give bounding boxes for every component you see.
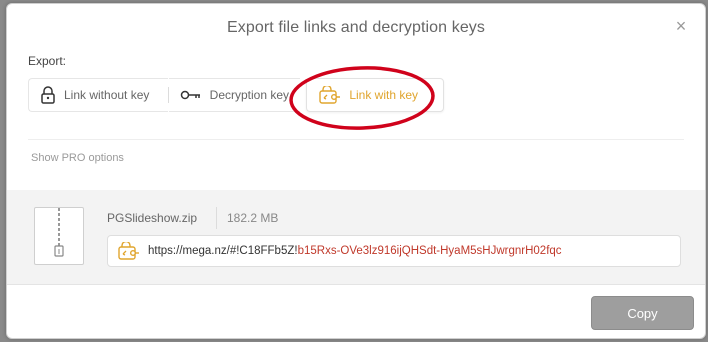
tab-link-with-key[interactable]: Link with key bbox=[306, 78, 444, 112]
export-label: Export: bbox=[28, 54, 67, 68]
divider bbox=[28, 139, 684, 140]
dialog-title: Export file links and decryption keys bbox=[226, 19, 486, 36]
key-icon bbox=[180, 89, 202, 101]
link-decryption-key: b15Rxs-OVe3lz916ijQHSdt-HyaM5sHJwrgnrH02… bbox=[297, 245, 562, 257]
export-link-field[interactable]: https://mega.nz/#!C18FFb5Z!b15Rxs-OVe3lz… bbox=[107, 235, 681, 267]
file-name: PGSlideshow.zip bbox=[107, 211, 198, 225]
export-links-dialog: Export file links and decryption keys × … bbox=[6, 3, 706, 339]
file-size: 182.2 MB bbox=[227, 211, 279, 225]
close-icon[interactable]: × bbox=[671, 16, 691, 36]
copy-button[interactable]: Copy bbox=[591, 296, 694, 330]
lock-icon bbox=[40, 86, 56, 104]
tab-label: Link with key bbox=[349, 88, 419, 102]
tab-label: Decryption key bbox=[209, 88, 290, 102]
export-type-tabs: Link without key Decryption key Link wit… bbox=[28, 77, 444, 113]
file-meta-divider bbox=[216, 207, 217, 229]
show-pro-options-link[interactable]: Show PRO options bbox=[31, 152, 124, 164]
link-key-icon bbox=[319, 86, 341, 104]
tab-link-without-key[interactable]: Link without key bbox=[28, 78, 168, 112]
zip-file-icon bbox=[34, 207, 84, 265]
link-key-icon bbox=[118, 242, 140, 260]
tab-label: Link without key bbox=[64, 88, 150, 102]
link-base: https://mega.nz/#!C18FFb5Z! bbox=[148, 245, 298, 257]
tab-decryption-key[interactable]: Decryption key bbox=[168, 78, 301, 112]
file-row: PGSlideshow.zip 182.2 MB https://mega.nz… bbox=[7, 190, 705, 285]
export-link-text: https://mega.nz/#!C18FFb5Z!b15Rxs-OVe3lz… bbox=[148, 245, 562, 257]
